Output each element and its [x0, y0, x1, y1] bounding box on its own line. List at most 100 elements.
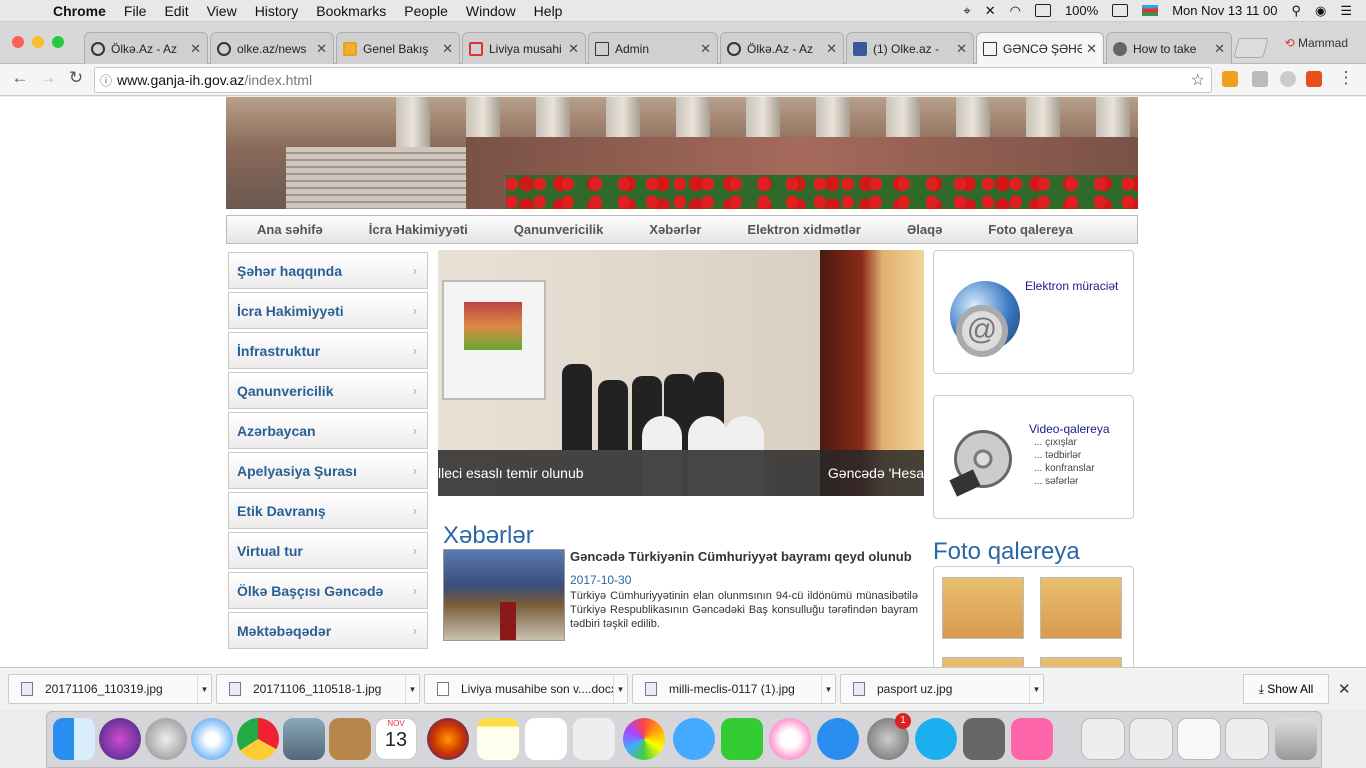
- photo-section-title[interactable]: Foto qalereya: [933, 538, 1080, 566]
- notes-icon[interactable]: [477, 718, 519, 760]
- menu-view[interactable]: View: [198, 3, 246, 19]
- side-item-executive[interactable]: İcra Hakimiyyəti ›: [228, 292, 428, 329]
- side-item-appeals-council[interactable]: Apelyasiya Şurası ›: [228, 452, 428, 489]
- e-application-title[interactable]: Elektron müraciət: [1025, 279, 1118, 293]
- side-item-azerbaijan[interactable]: Azərbaycan ›: [228, 412, 428, 449]
- office-extension-icon[interactable]: [1306, 71, 1322, 87]
- photo-thumbnail[interactable]: [1040, 657, 1122, 667]
- nav-news[interactable]: Xəbərlər: [649, 222, 701, 237]
- preview-icon[interactable]: [573, 718, 615, 760]
- dropdown-arrow-icon[interactable]: ▼: [613, 675, 627, 703]
- spotlight-icon[interactable]: ⚲: [1291, 3, 1301, 19]
- close-tab-icon[interactable]: ✕: [826, 41, 837, 57]
- side-item-virtual-tour[interactable]: Virtual tur ›: [228, 532, 428, 569]
- news-slider[interactable]: lleci esaslı temir olunub Gəncədə 'Hesa: [438, 250, 924, 496]
- clock[interactable]: Mon Nov 13 11 00: [1172, 3, 1277, 18]
- close-downloads-icon[interactable]: ✕: [1338, 680, 1351, 698]
- finder-icon[interactable]: [53, 718, 95, 760]
- mail-icon[interactable]: [283, 718, 325, 760]
- reload-button[interactable]: ↻: [64, 68, 88, 88]
- tab-olke-1[interactable]: Ölkə.Az - Az ✕: [84, 32, 208, 64]
- pages-icon[interactable]: [1011, 718, 1053, 760]
- side-item-ethics[interactable]: Etik Davranış ›: [228, 492, 428, 529]
- video-link-conferences[interactable]: ... konfranslar: [1034, 462, 1095, 475]
- tab-admin[interactable]: Admin ✕: [588, 32, 718, 64]
- nav-home[interactable]: Ana səhifə: [257, 222, 323, 237]
- minimized-window-thumbnail[interactable]: [1081, 718, 1125, 760]
- extension-icon[interactable]: [1280, 71, 1296, 87]
- firefox-icon[interactable]: [427, 718, 469, 760]
- close-tab-icon[interactable]: ✕: [316, 41, 327, 57]
- menu-people[interactable]: People: [395, 3, 457, 19]
- slider-caption[interactable]: lleci esaslı temir olunub Gəncədə 'Hesa: [438, 450, 924, 496]
- news-title[interactable]: Gəncədə Türkiyənin Cümhuriyyət bayramı q…: [570, 549, 918, 565]
- tab-facebook[interactable]: (1) Olke.az - ✕: [846, 32, 974, 64]
- skype-icon[interactable]: [915, 718, 957, 760]
- profile-button[interactable]: ⟲ Mammad: [1285, 36, 1348, 50]
- download-item[interactable]: 20171106_110319.jpg ▼: [8, 674, 212, 704]
- close-tab-icon[interactable]: ✕: [442, 41, 453, 57]
- info-icon[interactable]: ⓘ: [95, 72, 117, 89]
- video-gallery-widget[interactable]: Video-qalereya ... çıxışlar ... tədbirlə…: [933, 395, 1134, 519]
- side-item-preschool[interactable]: Məktəbəqədər ›: [228, 612, 428, 649]
- trash-icon[interactable]: [1275, 718, 1317, 760]
- wifi-icon[interactable]: ◠: [1010, 3, 1021, 19]
- download-item[interactable]: pasport uz.jpg ▼: [840, 674, 1044, 704]
- forward-button[interactable]: →: [36, 68, 60, 88]
- photos-icon[interactable]: [623, 718, 665, 760]
- tab-gmail[interactable]: Liviya musahi ✕: [462, 32, 586, 64]
- safari-icon[interactable]: [191, 718, 233, 760]
- siri-icon[interactable]: [99, 718, 141, 760]
- notification-center-icon[interactable]: ☰: [1340, 3, 1352, 19]
- nav-legislation[interactable]: Qanunvericilik: [514, 222, 604, 237]
- side-item-president-visit[interactable]: Ölkə Başçısı Gəncədə ›: [228, 572, 428, 609]
- nav-contact[interactable]: Əlaqə: [907, 222, 942, 237]
- menu-edit[interactable]: Edit: [155, 3, 197, 19]
- close-tab-icon[interactable]: ✕: [190, 41, 201, 57]
- calendar-icon[interactable]: NOV 13: [375, 718, 417, 760]
- show-all-downloads-button[interactable]: ⤓ Show All: [1243, 674, 1329, 704]
- photo-thumbnail[interactable]: [942, 657, 1024, 667]
- chrome-menu-icon[interactable]: ⋮: [1334, 68, 1358, 88]
- launchpad-icon[interactable]: [145, 718, 187, 760]
- side-item-legislation[interactable]: Qanunvericilik ›: [228, 372, 428, 409]
- news-thumbnail[interactable]: [443, 549, 565, 641]
- download-item[interactable]: milli-meclis-0117 (1).jpg ▼: [632, 674, 836, 704]
- chrome-icon[interactable]: [237, 718, 279, 760]
- menu-file[interactable]: File: [115, 3, 156, 19]
- close-tab-icon[interactable]: ✕: [1086, 41, 1097, 57]
- nav-e-services[interactable]: Elektron xidmətlər: [747, 222, 860, 237]
- address-bar[interactable]: ⓘ www.ganja-ih.gov.az/index.html ☆: [94, 67, 1212, 93]
- photo-thumbnail[interactable]: [1040, 577, 1122, 639]
- news-section-title[interactable]: Xəbərlər: [443, 522, 534, 550]
- tools-icon[interactable]: ✕: [985, 3, 996, 19]
- menu-bookmarks[interactable]: Bookmarks: [307, 3, 395, 19]
- download-item[interactable]: 20171106_110518-1.jpg ▼: [216, 674, 420, 704]
- tab-olke-2[interactable]: Ölkə.Az - Az ✕: [720, 32, 844, 64]
- calculator-icon[interactable]: [963, 718, 1005, 760]
- close-tab-icon[interactable]: ✕: [956, 41, 967, 57]
- input-source-flag-icon[interactable]: [1142, 5, 1159, 16]
- extension-icon[interactable]: [1252, 71, 1268, 87]
- minimize-window-button[interactable]: [32, 36, 44, 48]
- menu-app-name[interactable]: Chrome: [44, 3, 115, 19]
- video-gallery-title[interactable]: Video-qalereya: [1029, 422, 1110, 436]
- video-link-speeches[interactable]: ... çıxışlar: [1034, 436, 1095, 449]
- side-item-infrastructure[interactable]: İnfrastruktur ›: [228, 332, 428, 369]
- menu-window[interactable]: Window: [457, 3, 525, 19]
- airplay-icon[interactable]: [1034, 4, 1051, 17]
- video-link-visits[interactable]: ... səfərlər: [1034, 475, 1095, 488]
- minimized-window-thumbnail[interactable]: [1129, 718, 1173, 760]
- photo-thumbnail[interactable]: [942, 577, 1024, 639]
- reminders-icon[interactable]: [525, 718, 567, 760]
- tab-olke-news[interactable]: olke.az/news ✕: [210, 32, 334, 64]
- dropdown-arrow-icon[interactable]: ▼: [197, 675, 211, 703]
- app-store-icon[interactable]: [817, 718, 859, 760]
- tab-ganja-active[interactable]: GƏNCƏ ŞƏHƏ ✕: [976, 32, 1104, 65]
- dropdown-arrow-icon[interactable]: ▼: [821, 675, 835, 703]
- menu-help[interactable]: Help: [525, 3, 572, 19]
- side-item-about-city[interactable]: Şəhər haqqında ›: [228, 252, 428, 289]
- close-tab-icon[interactable]: ✕: [700, 41, 711, 57]
- analytics-extension-icon[interactable]: [1222, 71, 1238, 87]
- siri-icon[interactable]: ◉: [1315, 3, 1326, 19]
